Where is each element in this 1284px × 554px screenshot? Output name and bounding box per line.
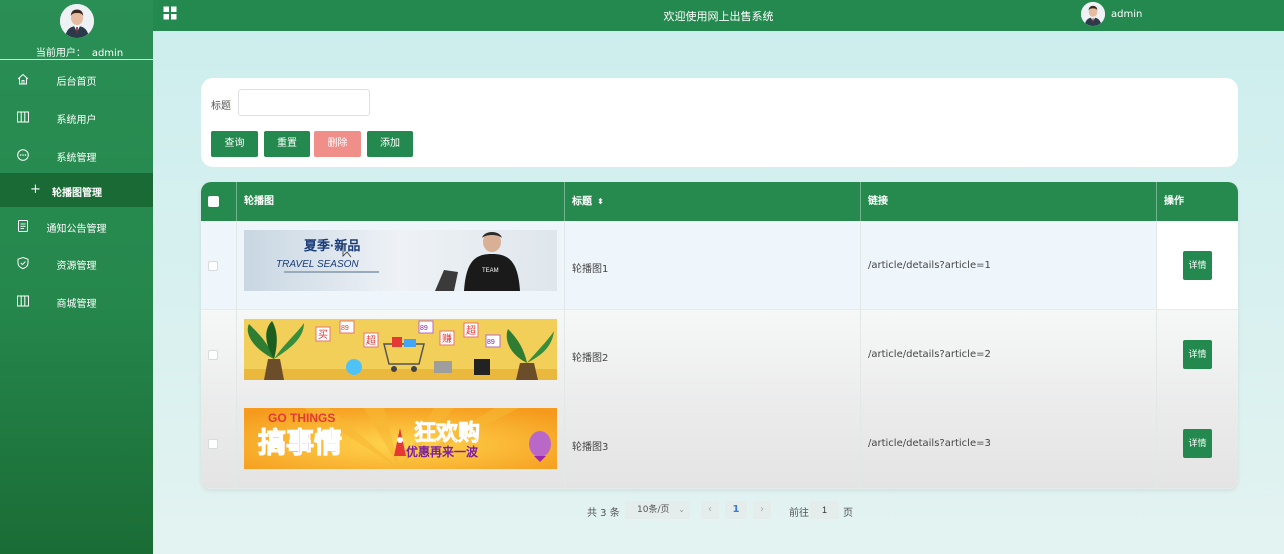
image-cell: 买 89 超 89 赚 超 89 — [237, 310, 565, 398]
pagination: 共 3 条 10条/页 ⌄ ‹ 1 › 前往 页 — [153, 501, 1284, 519]
query-button[interactable]: 查询 — [211, 131, 258, 157]
banner-2-word-0: 买 — [318, 329, 328, 341]
link-cell: /article/details?article=1 — [861, 221, 1157, 309]
sidebar-item-mall-manage[interactable]: 商城管理 — [0, 284, 153, 318]
next-page-button[interactable]: › — [753, 501, 771, 519]
image-cell: GO THINGS 搞事情 狂欢购 优惠再来一波 — [237, 399, 565, 488]
banner-1-sub-text: TRAVEL SEASON — [276, 259, 359, 270]
sidebar-item-label: 系统管理 — [56, 153, 97, 164]
row-link: /article/details?article=1 — [868, 260, 991, 271]
page-size-value: 10条/页 — [637, 505, 670, 515]
current-user-name: admin — [91, 48, 124, 59]
row-checkbox[interactable] — [208, 439, 218, 449]
sidebar-item-label: 商城管理 — [56, 299, 97, 310]
column-header-link: 链接 — [861, 182, 1157, 221]
banner-image-3: GO THINGS 搞事情 狂欢购 优惠再来一波 — [244, 408, 557, 469]
table-row: 夏季·新品 TRAVEL SEASON TEAM 轮播图1 /article/d… — [201, 221, 1238, 310]
detail-button[interactable]: 详情 — [1183, 429, 1212, 458]
sidebar-item-label: 轮播图管理 — [52, 188, 102, 199]
link-cell: /article/details?article=3 — [861, 399, 1157, 488]
reset-button[interactable]: 重置 — [264, 131, 310, 157]
column-header-title-label: 标题 — [572, 196, 592, 208]
current-user-prefix: 当前用户： — [35, 48, 86, 59]
image-cell: 夏季·新品 TRAVEL SEASON TEAM — [237, 221, 565, 309]
current-user-label: 当前用户： admin — [0, 44, 153, 59]
title-cell: 轮播图3 — [565, 399, 861, 488]
sidebar-item-resource-manage[interactable]: 资源管理 — [0, 246, 153, 280]
sort-icon[interactable]: ⬍ — [597, 182, 604, 221]
table-header: 轮播图 标题 ⬍ 链接 操作 — [201, 182, 1238, 221]
detail-button[interactable]: 详情 — [1183, 251, 1212, 280]
operation-cell: 详情 — [1157, 221, 1238, 309]
goto-label: 前往 — [789, 508, 809, 519]
page-number-current[interactable]: 1 — [725, 501, 747, 519]
page-suffix-label: 页 — [843, 508, 853, 519]
banner-2-word-1: 89 — [341, 325, 349, 332]
detail-button[interactable]: 详情 — [1183, 340, 1212, 369]
title-search-label: 标题 — [211, 101, 231, 112]
banner-3-right-text: 狂欢购 — [414, 420, 480, 445]
sidebar-item-label: 通知公告管理 — [46, 224, 107, 235]
row-checkbox[interactable] — [208, 261, 218, 271]
sidebar: 当前用户： admin 后台首页 系统用户 系统管理 + 轮播图管理 通知公告管理… — [0, 0, 153, 554]
table-row: GO THINGS 搞事情 狂欢购 优惠再来一波 轮播图3 /article/d… — [201, 399, 1238, 489]
prev-page-button[interactable]: ‹ — [701, 501, 719, 519]
table-row: 买 89 超 89 赚 超 89 轮播图2 /article/details?a… — [201, 310, 1238, 399]
chevron-down-icon: ⌄ — [678, 505, 685, 514]
select-all-checkbox[interactable] — [208, 196, 219, 207]
sidebar-item-system-manage[interactable]: 系统管理 — [0, 138, 153, 172]
column-header-image: 轮播图 — [237, 182, 565, 221]
banner-1-main-text: 夏季·新品 — [303, 238, 360, 253]
user-avatar[interactable] — [1081, 2, 1105, 26]
banner-3-top-text: GO THINGS — [268, 411, 335, 425]
banner-table: 轮播图 标题 ⬍ 链接 操作 夏季·新品 TRAVEL SEASON TEAM … — [201, 182, 1238, 489]
row-link: /article/details?article=2 — [868, 349, 991, 360]
sidebar-item-system-users[interactable]: 系统用户 — [0, 100, 153, 134]
goto-page-input[interactable] — [810, 501, 839, 519]
search-panel: 标题 查询 重置 删除 添加 — [201, 78, 1238, 167]
top-username[interactable]: admin — [1111, 9, 1142, 20]
delete-button[interactable]: 删除 — [314, 131, 361, 157]
banner-2-word-3: 89 — [420, 325, 428, 332]
link-cell: /article/details?article=2 — [861, 310, 1157, 398]
sidebar-item-label: 后台首页 — [56, 77, 97, 88]
total-count: 共 3 条 — [587, 508, 620, 519]
top-bar: 欢迎使用网上出售系统 admin — [153, 0, 1284, 31]
row-title: 轮播图1 — [572, 264, 609, 275]
banner-image-2: 买 89 超 89 赚 超 89 — [244, 319, 557, 380]
svg-text:TEAM: TEAM — [482, 268, 499, 274]
banner-2-word-6: 89 — [487, 339, 495, 346]
sidebar-item-home[interactable]: 后台首页 — [0, 62, 153, 96]
title-cell: 轮播图1 — [565, 221, 861, 309]
row-link: /article/details?article=3 — [868, 438, 991, 449]
banner-2-word-5: 超 — [466, 324, 476, 337]
banner-2-word-2: 超 — [366, 334, 376, 347]
banner-3-main-text: 搞事情 — [258, 427, 342, 458]
sidebar-divider — [0, 59, 153, 60]
operation-cell: 详情 — [1157, 399, 1238, 488]
select-cell — [201, 221, 237, 309]
row-title: 轮播图3 — [572, 442, 609, 453]
row-title: 轮播图2 — [572, 353, 609, 364]
column-header-operation: 操作 — [1164, 196, 1184, 207]
column-header-title[interactable]: 标题 ⬍ — [565, 182, 861, 221]
row-checkbox[interactable] — [208, 350, 218, 360]
title-search-input[interactable] — [238, 89, 370, 116]
sidebar-item-label: 系统用户 — [56, 115, 97, 126]
operation-cell: 详情 — [1157, 310, 1238, 398]
sidebar-item-label: 资源管理 — [56, 261, 97, 272]
main-content: 标题 查询 重置 删除 添加 轮播图 标题 ⬍ 链接 操作 夏季·新品 TRAV… — [153, 31, 1284, 554]
sidebar-item-banner-manage[interactable]: + 轮播图管理 — [0, 173, 153, 207]
select-cell — [201, 399, 237, 488]
banner-2-word-4: 赚 — [442, 332, 452, 345]
banner-3-sub-text: 优惠再来一波 — [406, 444, 479, 459]
select-cell — [201, 310, 237, 398]
banner-image-1: 夏季·新品 TRAVEL SEASON TEAM — [244, 230, 557, 291]
sidebar-item-notice-manage[interactable]: 通知公告管理 — [0, 209, 153, 243]
title-cell: 轮播图2 — [565, 310, 861, 398]
avatar[interactable] — [60, 4, 94, 38]
header-select-cell — [201, 182, 237, 221]
page-size-select[interactable]: 10条/页 ⌄ — [625, 501, 690, 519]
add-button[interactable]: 添加 — [367, 131, 413, 157]
